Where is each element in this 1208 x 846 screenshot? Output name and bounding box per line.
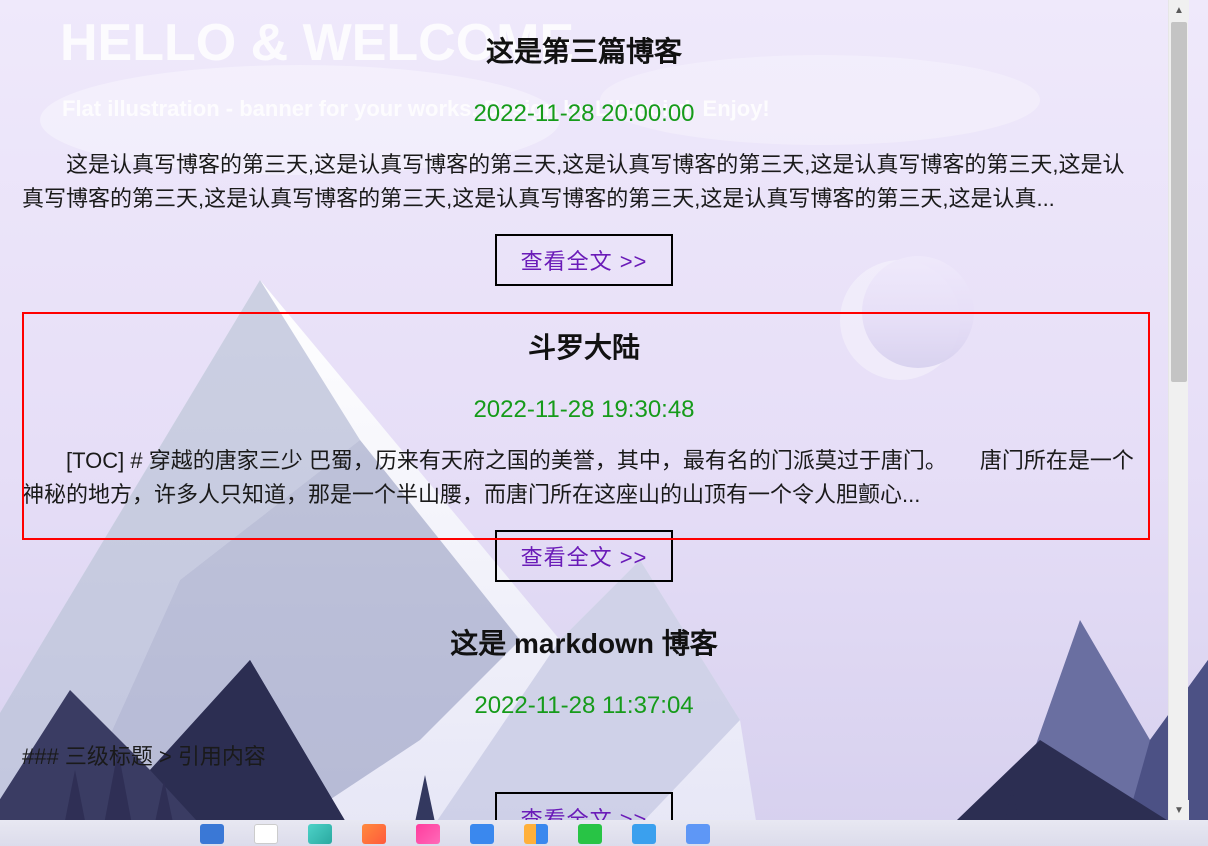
taskbar-app-icon[interactable] [200, 824, 224, 844]
scrollbar-track[interactable]: ▲ ▼ [1168, 0, 1188, 820]
post-excerpt: 这是认真写博客的第三天,这是认真写博客的第三天,这是认真写博客的第三天,这是认真… [22, 148, 1146, 216]
post-excerpt: ### 三级标题 > 引用内容 [22, 740, 1146, 774]
post-date: 2022-11-28 19:30:48 [22, 396, 1146, 424]
post-excerpt: [TOC] # 穿越的唐家三少 巴蜀，历来有天府之国的美誉，其中，最有名的门派莫… [22, 444, 1146, 512]
taskbar-app-icon[interactable] [308, 824, 332, 844]
taskbar-app-icon[interactable] [524, 824, 548, 844]
taskbar-app-icon[interactable] [470, 824, 494, 844]
post-title: 这是第三篇博客 [22, 30, 1146, 70]
scrollbar-thumb[interactable] [1171, 22, 1187, 382]
post-date: 2022-11-28 11:37:04 [22, 692, 1146, 720]
content-area: 这是第三篇博客 2022-11-28 20:00:00 这是认真写博客的第三天,… [0, 0, 1168, 820]
post-date: 2022-11-28 20:00:00 [22, 100, 1146, 128]
read-more-button[interactable]: 查看全文 >> [495, 234, 674, 286]
post-title: 斗罗大陆 [22, 326, 1146, 366]
taskbar-icons [200, 824, 710, 844]
scrollbar-down-button[interactable]: ▼ [1169, 800, 1189, 820]
taskbar-app-icon[interactable] [416, 824, 440, 844]
post-item: 斗罗大陆 2022-11-28 19:30:48 [TOC] # 穿越的唐家三少… [0, 296, 1168, 592]
post-title: 这是 markdown 博客 [22, 622, 1146, 662]
read-more-button[interactable]: 查看全文 >> [495, 792, 674, 820]
taskbar-app-icon[interactable] [254, 824, 278, 844]
taskbar-app-icon[interactable] [362, 824, 386, 844]
scrollbar-up-button[interactable]: ▲ [1169, 0, 1189, 20]
post-item: 这是 markdown 博客 2022-11-28 11:37:04 ### 三… [0, 592, 1168, 820]
taskbar [0, 820, 1208, 846]
post-item: 这是第三篇博客 2022-11-28 20:00:00 这是认真写博客的第三天,… [0, 0, 1168, 296]
read-more-button[interactable]: 查看全文 >> [495, 530, 674, 582]
taskbar-app-icon[interactable] [632, 824, 656, 844]
taskbar-app-icon[interactable] [686, 824, 710, 844]
taskbar-app-icon[interactable] [578, 824, 602, 844]
